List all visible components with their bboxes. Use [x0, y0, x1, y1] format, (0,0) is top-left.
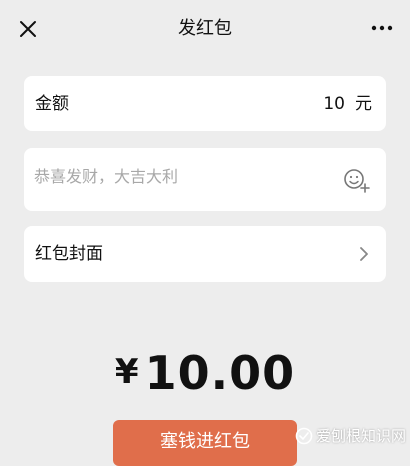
greeting-input[interactable] [34, 167, 324, 186]
amount-number: 10 [323, 94, 345, 114]
currency-symbol: ¥ [114, 352, 139, 392]
amount-unit: 元 [355, 94, 372, 114]
page-title: 发红包 [178, 18, 232, 39]
greeting-field[interactable] [24, 148, 386, 211]
cover-row[interactable]: 红包封面 [24, 226, 386, 282]
nav-bar: 发红包 [0, 0, 410, 58]
chevron-right-icon [358, 245, 370, 263]
more-icon[interactable] [370, 18, 394, 38]
amount-field[interactable]: 金额 10 元 [24, 76, 386, 131]
amount-label: 金额 [35, 94, 69, 114]
amount-value[interactable]: 10 元 [323, 92, 372, 116]
watermark-logo-icon [295, 427, 313, 445]
total-amount-value: 10.00 [144, 346, 296, 400]
send-red-packet-button[interactable]: 塞钱进红包 [113, 420, 297, 466]
total-amount: ¥10.00 [0, 344, 410, 412]
cover-label: 红包封面 [35, 244, 103, 264]
watermark-text: 爱刨根知识网 [315, 427, 406, 445]
watermark: 爱刨根知识网 [295, 425, 406, 446]
emoji-add-icon[interactable] [342, 166, 370, 194]
